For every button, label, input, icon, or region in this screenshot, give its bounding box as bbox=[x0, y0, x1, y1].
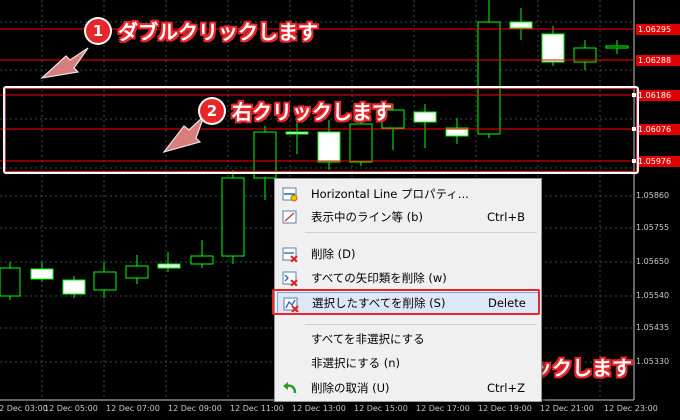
line-price-label: 1.05976 bbox=[636, 156, 680, 167]
time-tick: 12 Dec 11:00 bbox=[230, 404, 284, 413]
menu-item-highlight-frame bbox=[272, 289, 540, 315]
time-tick: 12 Dec 17:00 bbox=[416, 404, 470, 413]
menu-item-label: すべての矢印類を削除 (w) bbox=[311, 271, 447, 285]
menu-item-label: 削除 (D) bbox=[311, 247, 356, 261]
hline-properties-icon bbox=[282, 187, 298, 202]
price-tick: 1.05435 bbox=[636, 323, 670, 332]
price-tick: 1.05650 bbox=[636, 257, 670, 266]
menu-item-shortcut: Ctrl+B bbox=[487, 210, 525, 224]
delete-arrows-icon bbox=[282, 271, 298, 286]
menu-item-deselect[interactable]: 非選択にする (n) bbox=[277, 352, 539, 374]
price-tick: 1.05755 bbox=[636, 223, 670, 232]
time-tick: 12 Dec 21:00 bbox=[540, 404, 594, 413]
menu-item-hline-properties[interactable]: Horizontal Line プロパティ... bbox=[277, 183, 539, 205]
candle-body bbox=[605, 45, 629, 49]
time-tick: 12 Dec 15:00 bbox=[354, 404, 408, 413]
menu-item-delete[interactable]: 削除 (D) bbox=[277, 243, 539, 265]
step-number: 1 bbox=[86, 18, 110, 43]
line-price-label: 1.06288 bbox=[636, 55, 680, 66]
menu-separator bbox=[305, 324, 537, 325]
time-tick: 12 Dec 03:00 bbox=[0, 404, 48, 413]
candle-body bbox=[62, 279, 86, 295]
objects-list-icon bbox=[282, 210, 297, 224]
step-text: ダブルクリックします bbox=[118, 20, 318, 44]
menu-item-label: 非選択にする (n) bbox=[311, 356, 401, 370]
price-tick: 1.05860 bbox=[636, 191, 670, 200]
candle-body bbox=[125, 265, 149, 279]
candle-body bbox=[93, 271, 117, 291]
price-tick: 1.05330 bbox=[636, 357, 670, 366]
annotation-step-2: 2 右クリックします bbox=[200, 96, 392, 125]
menu-item-objects-list[interactable]: 表示中のライン等 (b) Ctrl+B bbox=[277, 206, 539, 228]
candle-body bbox=[157, 263, 181, 269]
menu-item-label: Horizontal Line プロパティ... bbox=[311, 187, 469, 201]
candle-body bbox=[30, 268, 54, 280]
candle-body bbox=[0, 267, 21, 297]
menu-item-undo-delete[interactable]: 削除の取消 (U) Ctrl+Z bbox=[277, 377, 539, 399]
price-tick: 1.05540 bbox=[636, 291, 670, 300]
candle-body bbox=[509, 21, 533, 29]
menu-separator bbox=[305, 232, 537, 233]
delete-icon bbox=[282, 247, 298, 262]
menu-item-label: 削除の取消 (U) bbox=[311, 381, 390, 395]
time-tick: 12 Dec 19:00 bbox=[478, 404, 532, 413]
annotation-arrow bbox=[40, 47, 89, 79]
line-price-label: 1.06186 bbox=[636, 90, 680, 101]
line-price-label: 1.06076 bbox=[636, 124, 680, 135]
candle-body bbox=[221, 177, 245, 257]
candle-body bbox=[541, 33, 565, 63]
step-number: 2 bbox=[200, 98, 224, 123]
menu-item-label: すべてを非選択にする bbox=[311, 332, 425, 346]
time-tick: 12 Dec 23:00 bbox=[604, 404, 658, 413]
line-price-label: 1.06295 bbox=[636, 24, 680, 35]
menu-item-label: 表示中のライン等 (b) bbox=[311, 210, 423, 224]
step-text: 右クリックします bbox=[232, 100, 392, 124]
time-tick: 12 Dec 07:00 bbox=[106, 404, 160, 413]
chart-window[interactable]: 1.06295 1.06288 1.06186 1.06076 1.05976 … bbox=[0, 0, 680, 420]
menu-item-delete-arrows[interactable]: すべての矢印類を削除 (w) bbox=[277, 267, 539, 289]
time-tick: 12 Dec 09:00 bbox=[168, 404, 222, 413]
annotation-step-1: 1 ダブルクリックします bbox=[86, 16, 318, 45]
candle-body bbox=[190, 255, 214, 265]
menu-item-shortcut: Ctrl+Z bbox=[487, 381, 525, 395]
undo-icon bbox=[283, 382, 297, 394]
menu-item-deselect-all[interactable]: すべてを非選択にする bbox=[277, 328, 539, 350]
time-tick: 12 Dec 13:00 bbox=[292, 404, 346, 413]
time-tick: 12 Dec 05:00 bbox=[44, 404, 98, 413]
